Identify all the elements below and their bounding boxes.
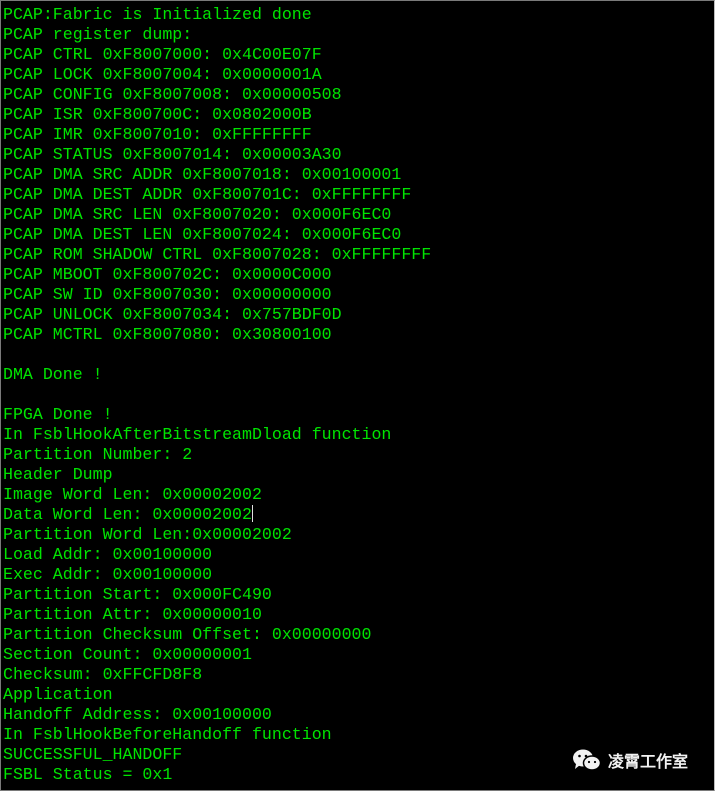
terminal-line: PCAP CONFIG 0xF8007008: 0x00000508 (3, 85, 714, 105)
terminal-line: PCAP DMA DEST ADDR 0xF800701C: 0xFFFFFFF… (3, 185, 714, 205)
terminal-line-text: PCAP IMR 0xF8007010: 0xFFFFFFFF (3, 125, 312, 144)
terminal-line: PCAP MBOOT 0xF800702C: 0x0000C000 (3, 265, 714, 285)
terminal-line-text: Partition Checksum Offset: 0x00000000 (3, 625, 372, 644)
terminal-line-text: FSBL Status = 0x1 (3, 765, 173, 784)
terminal-line: PCAP STATUS 0xF8007014: 0x00003A30 (3, 145, 714, 165)
terminal-line-text: PCAP MCTRL 0xF8007080: 0x30800100 (3, 325, 332, 344)
terminal-line: PCAP ROM SHADOW CTRL 0xF8007028: 0xFFFFF… (3, 245, 714, 265)
terminal-line: PCAP:Fabric is Initialized done (3, 5, 714, 25)
terminal-line-text: PCAP MBOOT 0xF800702C: 0x0000C000 (3, 265, 332, 284)
terminal-line-text: PCAP DMA SRC ADDR 0xF8007018: 0x00100001 (3, 165, 402, 184)
terminal-line-text: PCAP:Fabric is Initialized done (3, 5, 312, 24)
terminal-line: PCAP DMA SRC ADDR 0xF8007018: 0x00100001 (3, 165, 714, 185)
terminal-line: PCAP MCTRL 0xF8007080: 0x30800100 (3, 325, 714, 345)
terminal-line: PCAP register dump: (3, 25, 714, 45)
terminal-line: PCAP DMA SRC LEN 0xF8007020: 0x000F6EC0 (3, 205, 714, 225)
terminal-line: PCAP ISR 0xF800700C: 0x0802000B (3, 105, 714, 125)
terminal-line: Partition Word Len:0x00002002 (3, 525, 714, 545)
terminal-line: Data Word Len: 0x00002002 (3, 505, 714, 525)
terminal-line: Partition Start: 0x000FC490 (3, 585, 714, 605)
terminal-line-text: PCAP register dump: (3, 25, 193, 44)
terminal-line-text: In FsblHookBeforeHandoff function (3, 725, 332, 744)
terminal-line: Exec Addr: 0x00100000 (3, 565, 714, 585)
terminal-line: PCAP IMR 0xF8007010: 0xFFFFFFFF (3, 125, 714, 145)
terminal-output[interactable]: PCAP:Fabric is Initialized done PCAP regi… (3, 5, 714, 785)
wechat-icon (573, 749, 602, 771)
terminal-line: Handoff Address: 0x00100000 (3, 705, 714, 725)
terminal-line: Image Word Len: 0x00002002 (3, 485, 714, 505)
terminal-line-text: PCAP ISR 0xF800700C: 0x0802000B (3, 105, 312, 124)
terminal-line-text: Image Word Len: 0x00002002 (3, 485, 262, 504)
terminal-line-text: Handoff Address: 0x00100000 (3, 705, 272, 724)
terminal-line-text: PCAP STATUS 0xF8007014: 0x00003A30 (3, 145, 342, 164)
terminal-line: PCAP SW ID 0xF8007030: 0x00000000 (3, 285, 714, 305)
terminal-line: Checksum: 0xFFCFD8F8 (3, 665, 714, 685)
terminal-line-text: Application (3, 685, 113, 704)
terminal-line-text: PCAP SW ID 0xF8007030: 0x00000000 (3, 285, 332, 304)
terminal-line: In FsblHookAfterBitstreamDload function (3, 425, 714, 445)
terminal-line: In FsblHookBeforeHandoff function (3, 725, 714, 745)
watermark: 凌霄工作室 (572, 748, 688, 772)
terminal-line: Header Dump (3, 465, 714, 485)
terminal-line: Partition Attr: 0x00000010 (3, 605, 714, 625)
terminal-line-text: Partition Number: 2 (3, 445, 193, 464)
terminal-line-text: Section Count: 0x00000001 (3, 645, 252, 664)
terminal-line: FPGA Done ! (3, 405, 714, 425)
terminal-line-text: Exec Addr: 0x00100000 (3, 565, 213, 584)
terminal-window[interactable]: PCAP:Fabric is Initialized done PCAP regi… (0, 0, 715, 791)
terminal-line-text: In FsblHookAfterBitstreamDload function (3, 425, 392, 444)
terminal-line: Section Count: 0x00000001 (3, 645, 714, 665)
terminal-line: Load Addr: 0x00100000 (3, 545, 714, 565)
watermark-text: 凌霄工作室 (608, 752, 689, 771)
terminal-line: PCAP LOCK 0xF8007004: 0x0000001A (3, 65, 714, 85)
text-cursor (251, 505, 253, 522)
terminal-line-text: Load Addr: 0x00100000 (3, 545, 213, 564)
terminal-line-text: PCAP CONFIG 0xF8007008: 0x00000508 (3, 85, 342, 104)
terminal-line-text: Partition Word Len:0x00002002 (3, 525, 292, 544)
terminal-line-text: PCAP LOCK 0xF8007004: 0x0000001A (3, 65, 322, 84)
terminal-line: DMA Done ! (3, 365, 714, 385)
terminal-line: PCAP CTRL 0xF8007000: 0x4C00E07F (3, 45, 714, 65)
terminal-line-text: Partition Start: 0x000FC490 (3, 585, 272, 604)
terminal-line: Partition Number: 2 (3, 445, 714, 465)
terminal-line-text: PCAP ROM SHADOW CTRL 0xF8007028: 0xFFFFF… (3, 245, 432, 264)
terminal-line-text: DMA Done ! (3, 365, 103, 384)
terminal-line-text: Checksum: 0xFFCFD8F8 (3, 665, 203, 684)
terminal-line-text: Data Word Len: 0x00002002 (3, 505, 252, 524)
terminal-line: Partition Checksum Offset: 0x00000000 (3, 625, 714, 645)
terminal-line: PCAP DMA DEST LEN 0xF8007024: 0x000F6EC0 (3, 225, 714, 245)
terminal-line-text: PCAP DMA DEST LEN 0xF8007024: 0x000F6EC0 (3, 225, 402, 244)
terminal-line-text: Header Dump (3, 465, 113, 484)
terminal-line-text: FPGA Done ! (3, 405, 113, 424)
terminal-line-text: SUCCESSFUL_HANDOFF (3, 745, 183, 764)
terminal-line: Application (3, 685, 714, 705)
terminal-line-text: PCAP DMA SRC LEN 0xF8007020: 0x000F6EC0 (3, 205, 392, 224)
terminal-line-text: Partition Attr: 0x00000010 (3, 605, 262, 624)
terminal-line-text: PCAP UNLOCK 0xF8007034: 0x757BDF0D (3, 305, 342, 324)
terminal-line: PCAP UNLOCK 0xF8007034: 0x757BDF0D (3, 305, 714, 325)
terminal-line-text: PCAP DMA DEST ADDR 0xF800701C: 0xFFFFFFF… (3, 185, 412, 204)
terminal-line-text: PCAP CTRL 0xF8007000: 0x4C00E07F (3, 45, 322, 64)
